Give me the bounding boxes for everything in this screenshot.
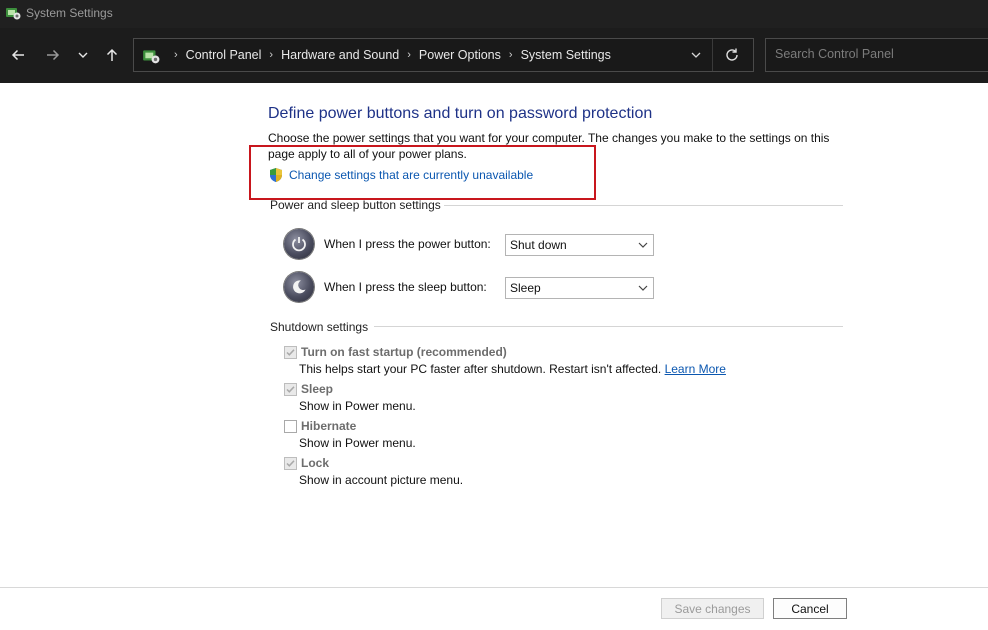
lock-option-description: Show in account picture menu. xyxy=(299,473,464,487)
chevron-down-icon xyxy=(78,52,88,58)
recent-locations-button[interactable] xyxy=(73,45,93,65)
breadcrumb-separator[interactable]: › xyxy=(269,49,273,61)
section-divider xyxy=(444,205,843,206)
section-divider xyxy=(374,326,843,327)
address-divider xyxy=(712,39,713,71)
power-button-value: Shut down xyxy=(510,238,567,252)
breadcrumb-separator[interactable]: › xyxy=(509,49,513,61)
power-icon xyxy=(284,229,314,259)
breadcrumb-system-settings[interactable]: System Settings xyxy=(521,48,611,62)
window-title: System Settings xyxy=(26,6,113,20)
power-sleep-section-title: Power and sleep button settings xyxy=(270,198,441,212)
control-panel-icon xyxy=(143,50,160,64)
breadcrumb-control-panel[interactable]: Control Panel xyxy=(186,48,262,62)
uac-shield-icon xyxy=(270,168,282,182)
search-input[interactable] xyxy=(775,47,975,61)
fast-startup-checkbox xyxy=(284,345,297,359)
save-changes-button[interactable]: Save changes xyxy=(661,598,764,619)
main-content: Define power buttons and turn on passwor… xyxy=(0,83,988,587)
title-bar: System Settings xyxy=(0,0,988,28)
change-settings-row[interactable]: Change settings that are currently unava… xyxy=(268,167,533,183)
up-arrow-icon xyxy=(106,48,118,61)
fast-startup-desc-text: This helps start your PC faster after sh… xyxy=(299,362,662,376)
sleep-moon-icon xyxy=(284,272,314,302)
control-panel-icon xyxy=(6,8,21,20)
breadcrumb-hardware-and-sound[interactable]: Hardware and Sound xyxy=(281,48,399,62)
forward-arrow-icon xyxy=(47,49,60,61)
hibernate-option-description: Show in Power menu. xyxy=(299,436,416,450)
sleep-button-row: When I press the sleep button: xyxy=(284,272,487,302)
change-settings-link[interactable]: Change settings that are currently unava… xyxy=(289,168,533,182)
refresh-icon[interactable] xyxy=(724,47,740,63)
fast-startup-option: Turn on fast startup (recommended) xyxy=(284,345,507,359)
navigation-bar: › Control Panel › Hardware and Sound › P… xyxy=(0,28,988,83)
lock-option-label: Lock xyxy=(301,456,330,470)
shutdown-section-title: Shutdown settings xyxy=(270,320,369,334)
power-button-row: When I press the power button: xyxy=(284,229,491,259)
up-button[interactable] xyxy=(102,45,122,65)
sleep-option: Sleep xyxy=(284,382,333,396)
sleep-button-value: Sleep xyxy=(510,281,541,295)
hibernate-checkbox xyxy=(284,419,297,433)
lock-option: Lock xyxy=(284,456,329,470)
learn-more-link[interactable]: Learn More xyxy=(665,362,726,376)
breadcrumb-separator[interactable]: › xyxy=(407,49,411,61)
search-box[interactable] xyxy=(765,38,988,72)
sleep-button-label: When I press the sleep button: xyxy=(324,280,487,294)
hibernate-option: Hibernate xyxy=(284,419,356,433)
breadcrumb-separator: › xyxy=(174,49,178,61)
breadcrumb-power-options[interactable]: Power Options xyxy=(419,48,501,62)
fast-startup-label: Turn on fast startup (recommended) xyxy=(301,345,507,359)
sleep-button-select[interactable]: Sleep xyxy=(505,277,654,299)
cancel-button[interactable]: Cancel xyxy=(773,598,847,619)
breadcrumb: › Control Panel › Hardware and Sound › P… xyxy=(166,48,611,62)
chevron-down-icon xyxy=(638,242,648,248)
checkmark-icon xyxy=(286,459,295,467)
power-button-label: When I press the power button: xyxy=(324,237,491,251)
checkmark-icon xyxy=(286,348,295,356)
chevron-down-icon xyxy=(638,285,648,291)
chevron-down-icon[interactable] xyxy=(690,49,702,61)
hibernate-option-label: Hibernate xyxy=(301,419,357,433)
page-title: Define power buttons and turn on passwor… xyxy=(268,105,653,122)
footer-divider xyxy=(0,587,988,588)
power-button-select[interactable]: Shut down xyxy=(505,234,654,256)
sleep-option-description: Show in Power menu. xyxy=(299,399,416,413)
back-button[interactable] xyxy=(8,45,28,65)
sleep-checkbox xyxy=(284,382,297,396)
forward-button[interactable] xyxy=(43,45,63,65)
address-bar[interactable]: › Control Panel › Hardware and Sound › P… xyxy=(133,38,754,72)
lock-checkbox xyxy=(284,456,297,470)
back-arrow-icon xyxy=(11,49,24,61)
checkmark-icon xyxy=(286,385,295,393)
fast-startup-description: This helps start your PC faster after sh… xyxy=(299,362,726,376)
sleep-option-label: Sleep xyxy=(301,382,334,396)
